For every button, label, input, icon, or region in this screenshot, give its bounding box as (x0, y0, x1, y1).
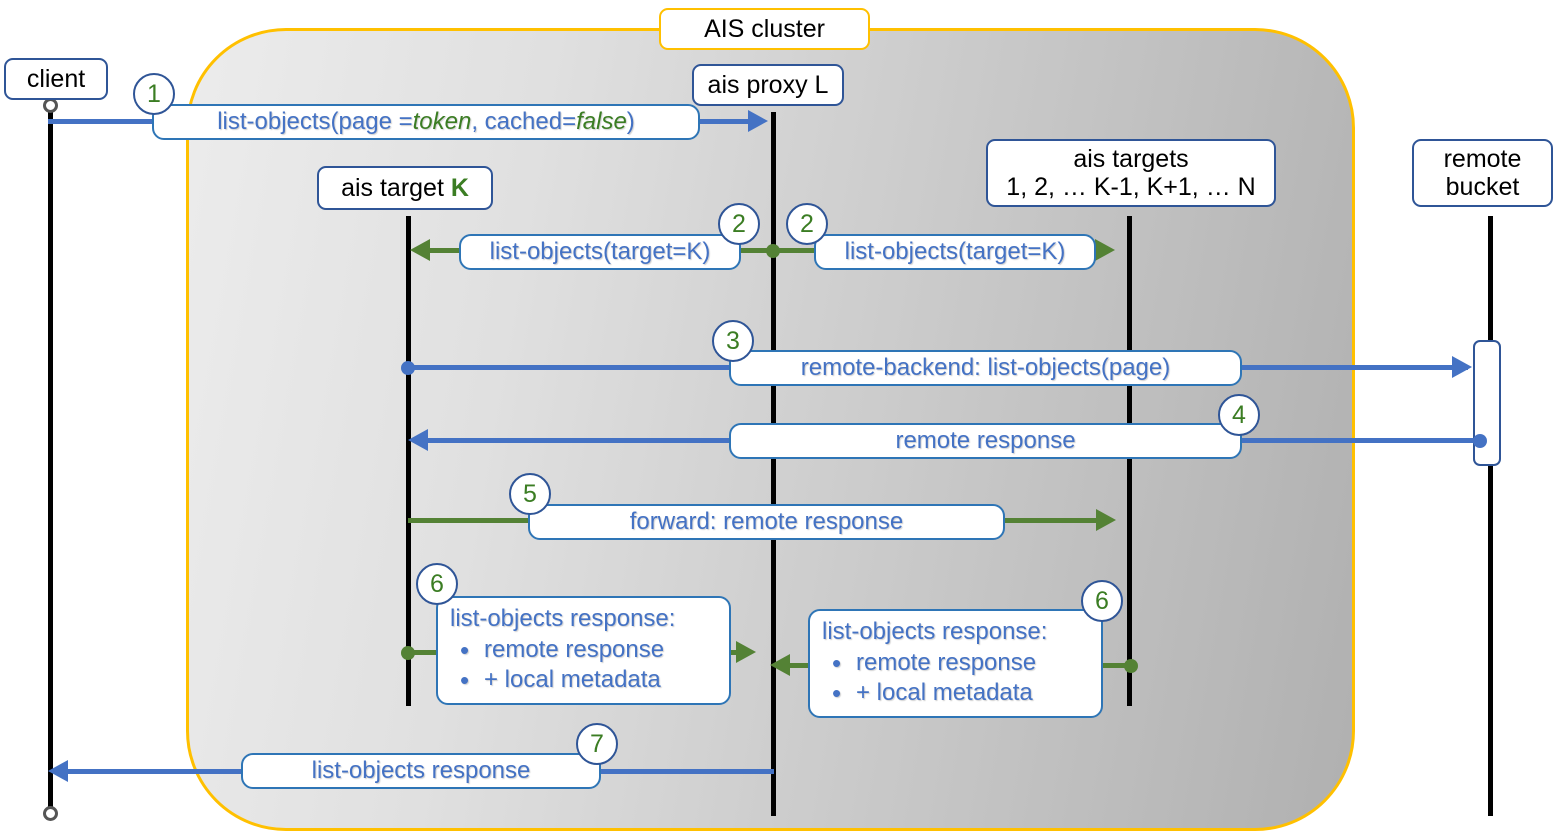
message-3-origin-dot (401, 361, 415, 375)
step-badge-1: 1 (133, 73, 175, 115)
ais-cluster-title: AIS cluster (659, 8, 870, 50)
message-2b-arrowhead (1095, 239, 1115, 261)
message-6b-bullets: remote response + local metadata (822, 647, 1087, 710)
message-6a-origin-dot (401, 646, 415, 660)
message-2a-label: list-objects(target=K) (459, 234, 741, 270)
lifeline-ais-targets (1127, 216, 1132, 706)
step-badge-7: 7 (576, 723, 618, 765)
participant-ais-targets[interactable]: ais targets 1, 2, … K-1, K+1, … N (986, 139, 1276, 207)
step-badge-2a: 2 (718, 203, 760, 245)
message-6a-arrowhead (736, 641, 756, 663)
message-3-label: remote-backend: list-objects(page) (729, 350, 1242, 386)
lifeline-client-end-marker (43, 806, 58, 821)
message-6a-bullets: remote response + local metadata (450, 634, 715, 697)
message-6a-title: list-objects response: (450, 605, 676, 632)
participant-ais-target-k[interactable]: ais target K (317, 166, 493, 210)
remote-bucket-line-2: bucket (1445, 173, 1520, 201)
step-badge-2b: 2 (786, 203, 828, 245)
message-2-origin-dot (766, 244, 780, 258)
message-1-token: token (412, 108, 472, 135)
message-6b-bullet-1: + local metadata (822, 677, 1087, 709)
remote-bucket-line-1: remote (1443, 145, 1522, 173)
lifeline-ais-target-k (406, 216, 411, 706)
message-1-arrowhead (748, 110, 768, 132)
participant-remote-bucket[interactable]: remote bucket (1412, 139, 1553, 207)
message-3-arrowhead (1452, 356, 1472, 378)
lifeline-remote-bucket (1488, 216, 1493, 816)
message-7-arrowhead (48, 760, 68, 782)
step-badge-5: 5 (509, 473, 551, 515)
target-k-prefix: ais target (341, 174, 451, 202)
message-1-false: false (576, 108, 627, 135)
message-4-label: remote response (729, 423, 1242, 459)
message-6b-bullet-0: remote response (822, 647, 1087, 679)
participant-client[interactable]: client (4, 58, 108, 100)
message-6b-label: list-objects response: remote response +… (808, 609, 1103, 718)
message-2b-label: list-objects(target=K) (814, 234, 1096, 270)
message-6b-arrowhead (770, 654, 790, 676)
message-6b-title: list-objects response: (822, 618, 1048, 645)
message-2a-arrowhead (410, 239, 430, 261)
message-6a-label: list-objects response: remote response +… (436, 596, 731, 705)
message-7-label: list-objects response (241, 753, 601, 789)
message-1-text-b: , cached= (471, 108, 577, 135)
step-badge-6b: 6 (1081, 580, 1123, 622)
lifeline-client-start-marker (43, 98, 58, 113)
message-1-text-c: ) (626, 108, 635, 135)
step-badge-6a: 6 (416, 563, 458, 605)
message-1-text-a: list-objects(page = (217, 108, 413, 135)
lifeline-ais-proxy-l (771, 112, 776, 816)
sequence-diagram-canvas: AIS cluster client ais proxy L ais targe… (0, 0, 1557, 837)
step-badge-4: 4 (1218, 394, 1260, 436)
message-4-arrowhead (408, 429, 428, 451)
participant-ais-target-k-label: ais target K (341, 174, 469, 202)
message-6a-bullet-1: + local metadata (450, 664, 715, 696)
message-5-label: forward: remote response (528, 504, 1005, 540)
message-4-origin-dot (1473, 434, 1487, 448)
lifeline-client (48, 108, 53, 812)
target-k-accent: K (450, 174, 469, 202)
message-1-label: list-objects(page = token, cached= false) (152, 104, 700, 140)
message-6a-bullet-0: remote response (450, 634, 715, 666)
step-badge-3: 3 (712, 320, 754, 362)
participant-ais-proxy-l[interactable]: ais proxy L (692, 64, 844, 106)
ais-targets-line-1: ais targets (1073, 145, 1189, 173)
ais-targets-line-2: 1, 2, … K-1, K+1, … N (1006, 173, 1256, 201)
message-6b-origin-dot (1124, 659, 1138, 673)
message-5-arrowhead (1096, 509, 1116, 531)
